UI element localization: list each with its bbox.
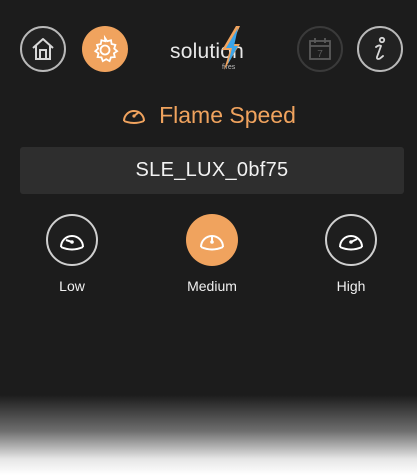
speed-option-low[interactable]: Low	[27, 214, 117, 294]
info-icon	[375, 36, 386, 60]
calendar-icon: 7	[309, 38, 331, 60]
speed-label-medium: Medium	[187, 278, 237, 294]
home-button[interactable]	[20, 26, 66, 72]
speedometer-icon	[123, 110, 146, 124]
page-title: Flame Speed	[159, 101, 296, 128]
speed-low-button[interactable]	[46, 214, 98, 266]
schedule-button[interactable]: 7	[297, 26, 343, 72]
gear-icon	[93, 34, 119, 63]
bottom-gradient	[0, 395, 417, 475]
lightning-bolt-icon	[222, 26, 240, 70]
speedometer-high-icon	[339, 235, 363, 251]
calendar-day: 7	[317, 49, 323, 60]
speed-option-high[interactable]: High	[306, 214, 396, 294]
flame-speed-title: Flame Speed	[0, 100, 417, 130]
settings-button[interactable]	[82, 26, 128, 72]
speedometer-low-icon	[60, 235, 84, 251]
speedometer-medium-icon	[200, 235, 224, 251]
speed-option-medium[interactable]: Medium	[167, 214, 257, 294]
home-icon	[32, 38, 54, 60]
device-name: SLE_LUX_0bf75	[135, 159, 289, 181]
speed-high-button[interactable]	[325, 214, 377, 266]
device-name-bar: SLE_LUX_0bf75	[20, 147, 404, 194]
speed-label-low: Low	[59, 278, 85, 294]
info-button[interactable]	[357, 26, 403, 72]
speed-label-high: High	[336, 278, 366, 294]
speed-medium-button[interactable]	[186, 214, 238, 266]
solution-fires-logo: solution fires	[160, 24, 260, 74]
